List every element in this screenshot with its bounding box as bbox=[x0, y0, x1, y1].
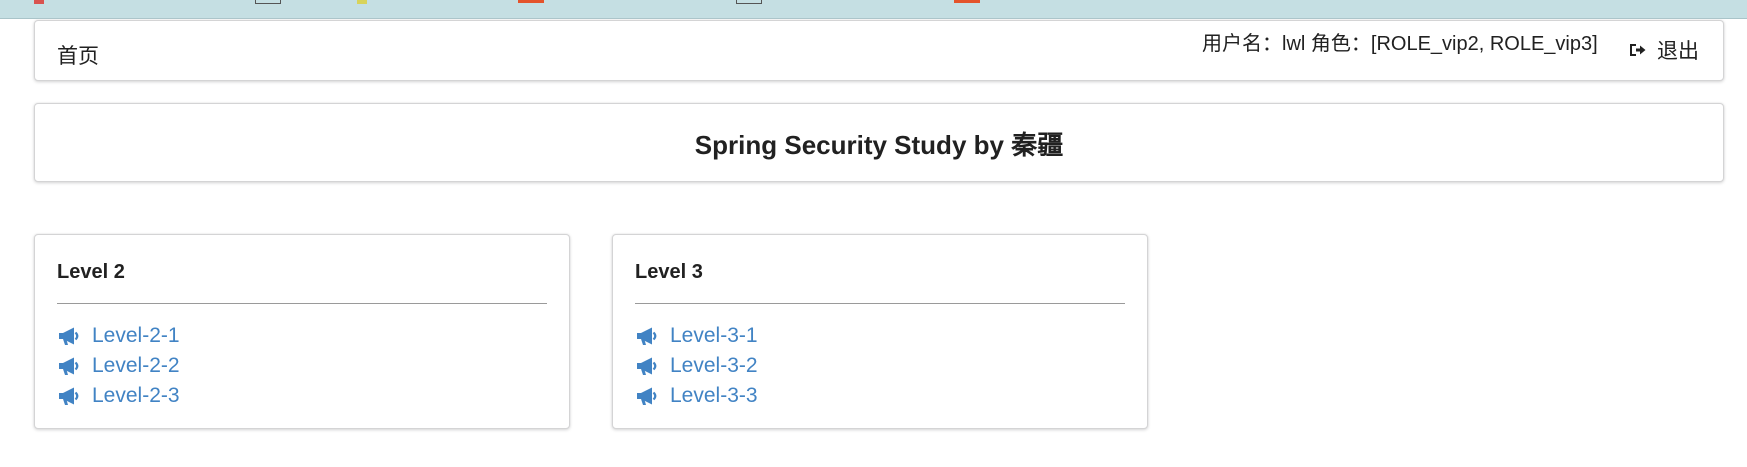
level-link-3-2[interactable]: Level-3-2 bbox=[635, 351, 758, 381]
logout-label: 退出 bbox=[1657, 40, 1699, 63]
level-card-3: Level 3 Level-3-1 Level-3-2 Level-3-3 bbox=[612, 234, 1148, 429]
level-link-list: Level-2-1 Level-2-2 Level-2-3 bbox=[57, 321, 180, 411]
level-link-label: Level-3-1 bbox=[670, 324, 758, 347]
banner: Spring Security Study by 秦疆 bbox=[34, 103, 1724, 182]
divider bbox=[57, 303, 547, 304]
level-link-2-2[interactable]: Level-2-2 bbox=[57, 351, 180, 381]
level-title: Level 3 bbox=[635, 261, 703, 283]
bullhorn-icon bbox=[637, 327, 657, 345]
user-info: 用户名：lwl 角色：[ROLE_vip2, ROLE_vip3] bbox=[1202, 33, 1598, 55]
logout-link[interactable]: 退出 bbox=[1629, 35, 1699, 65]
home-link[interactable]: 首页 bbox=[57, 40, 99, 70]
level-link-2-1[interactable]: Level-2-1 bbox=[57, 321, 180, 351]
bullhorn-icon bbox=[59, 327, 79, 345]
bookmark-icon[interactable] bbox=[357, 0, 367, 4]
bullhorn-icon bbox=[59, 357, 79, 375]
level-link-label: Level-3-3 bbox=[670, 384, 758, 407]
bookmark-icon[interactable] bbox=[518, 0, 544, 3]
level-link-label: Level-3-2 bbox=[670, 354, 758, 377]
level-link-3-1[interactable]: Level-3-1 bbox=[635, 321, 758, 351]
level-link-label: Level-2-3 bbox=[92, 384, 180, 407]
level-link-label: Level-2-1 bbox=[92, 324, 180, 347]
divider bbox=[635, 303, 1125, 304]
bullhorn-icon bbox=[637, 357, 657, 375]
bookmark-icon[interactable] bbox=[255, 0, 281, 4]
top-menu: 首页 用户名：lwl 角色：[ROLE_vip2, ROLE_vip3] 退出 bbox=[34, 20, 1724, 81]
level-link-2-3[interactable]: Level-2-3 bbox=[57, 381, 180, 411]
level-link-label: Level-2-2 bbox=[92, 354, 180, 377]
sign-out-icon bbox=[1630, 44, 1646, 56]
level-card-2: Level 2 Level-2-1 Level-2-2 Level-2-3 bbox=[34, 234, 570, 429]
page-title: Spring Security Study by 秦疆 bbox=[694, 130, 1064, 160]
bookmark-icon[interactable] bbox=[954, 0, 980, 3]
level-title: Level 2 bbox=[57, 261, 125, 283]
bookmark-icon[interactable] bbox=[736, 0, 762, 4]
bullhorn-icon bbox=[637, 387, 657, 405]
level-link-list: Level-3-1 Level-3-2 Level-3-3 bbox=[635, 321, 758, 411]
bookmark-icon[interactable] bbox=[34, 0, 44, 4]
level-link-3-3[interactable]: Level-3-3 bbox=[635, 381, 758, 411]
browser-toolbar-strip bbox=[0, 0, 1747, 19]
bullhorn-icon bbox=[59, 387, 79, 405]
